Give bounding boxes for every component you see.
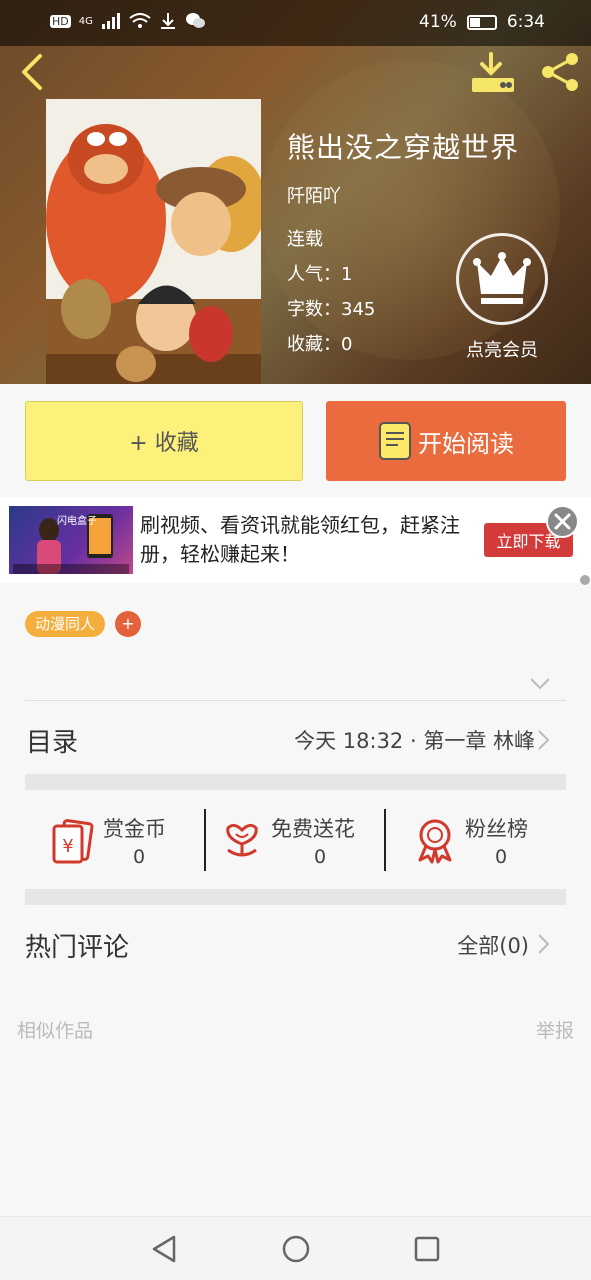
book-popularity: 人气：1 — [287, 264, 353, 285]
red-envelope-icon: ¥ — [52, 819, 94, 864]
signal-icon — [101, 13, 120, 29]
download-icon[interactable] — [470, 52, 516, 94]
vip-button[interactable] — [456, 233, 548, 325]
toc-latest-chapter[interactable]: 今天 18:32 · 第一章 林峰 — [294, 725, 535, 755]
svg-text:¥: ¥ — [62, 836, 73, 857]
section-separator — [25, 889, 566, 905]
stat-fans-value: 0 — [495, 846, 508, 868]
section-separator — [25, 774, 566, 790]
medal-icon — [418, 819, 452, 864]
all-comments-link[interactable]: 全部(0) — [457, 930, 529, 960]
wifi-icon — [129, 13, 151, 28]
ad-close-icon[interactable] — [546, 505, 579, 538]
nav-back-icon[interactable] — [150, 1234, 178, 1264]
ad-text: 刷视频、看资讯就能领红包，赶紧注册，轻松赚起来！ — [140, 513, 460, 566]
chevron-right-icon[interactable] — [536, 933, 550, 955]
network-badge: 4G — [78, 15, 93, 27]
book-header: HD 4G 41% 6:34 熊出没之穿越世界 阡陌吖 连载 人气：1 字数：3… — [0, 0, 591, 384]
stat-divider — [204, 809, 206, 871]
book-cover[interactable] — [46, 99, 261, 384]
status-bar: HD 4G 41% 6:34 — [0, 0, 591, 46]
stat-reward[interactable]: ¥ 赏金币 0 — [50, 808, 200, 870]
nav-home-icon[interactable] — [281, 1234, 311, 1264]
divider — [25, 700, 566, 701]
stat-flower-label: 免费送花 — [271, 817, 355, 841]
stat-reward-label: 赏金币 — [103, 817, 166, 841]
battery-fill — [469, 17, 480, 27]
book-favorites: 收藏：0 — [287, 334, 353, 355]
stat-reward-value: 0 — [133, 846, 146, 868]
book-word-count: 字数：345 — [287, 299, 376, 320]
battery-icon — [466, 14, 497, 30]
report-link[interactable]: 举报 — [536, 1016, 574, 1043]
book-icon — [379, 422, 411, 460]
similar-works-link[interactable]: 相似作品 — [17, 1016, 93, 1043]
battery-percent: 41% — [419, 12, 457, 32]
nav-recents-icon[interactable] — [413, 1235, 441, 1263]
stat-flower[interactable]: 免费送花 0 — [222, 808, 382, 870]
crown-icon — [473, 252, 531, 304]
add-tag-button[interactable]: + — [115, 611, 141, 637]
chevron-down-icon[interactable] — [529, 676, 551, 692]
cover-illustration — [46, 99, 261, 384]
status-left: HD 4G — [50, 12, 205, 30]
share-icon[interactable] — [538, 50, 582, 94]
toc-title[interactable]: 目录 — [26, 722, 78, 759]
add-favorite-label: + 收藏 — [129, 431, 199, 456]
back-arrow-icon[interactable] — [16, 52, 52, 92]
ad-image[interactable]: 闪电盒子 — [9, 506, 133, 574]
download-status-icon — [160, 13, 175, 29]
start-reading-label: 开始阅读 — [418, 429, 514, 458]
hd-badge: HD — [50, 14, 71, 28]
tag-item[interactable]: 动漫同人 — [25, 611, 106, 637]
hot-comments-title: 热门评论 — [25, 933, 130, 963]
add-favorite-button[interactable]: + 收藏 — [25, 401, 303, 481]
stat-divider — [384, 809, 386, 871]
chevron-right-icon[interactable] — [536, 729, 550, 751]
clock: 6:34 — [506, 12, 545, 32]
system-nav-bar — [0, 1216, 591, 1280]
stat-fans[interactable]: 粉丝榜 0 — [414, 808, 564, 870]
start-reading-button[interactable]: 开始阅读 — [326, 401, 566, 481]
stat-fans-label: 粉丝榜 — [465, 817, 528, 841]
wechat-icon — [185, 13, 205, 28]
vip-label[interactable]: 点亮会员 — [452, 336, 552, 362]
book-status: 连载 — [287, 229, 323, 250]
book-author[interactable]: 阡陌吖 — [287, 182, 341, 208]
ad-mark-icon — [580, 575, 590, 585]
book-detail-page: HD 4G 41% 6:34 熊出没之穿越世界 阡陌吖 连载 人气：1 字数：3… — [0, 0, 591, 1280]
ad-brand: 闪电盒子 — [57, 516, 97, 527]
status-right: 41% 6:34 — [419, 12, 545, 32]
book-title: 熊出没之穿越世界 — [287, 131, 520, 164]
stat-flower-value: 0 — [314, 846, 327, 868]
flower-icon — [226, 823, 258, 857]
